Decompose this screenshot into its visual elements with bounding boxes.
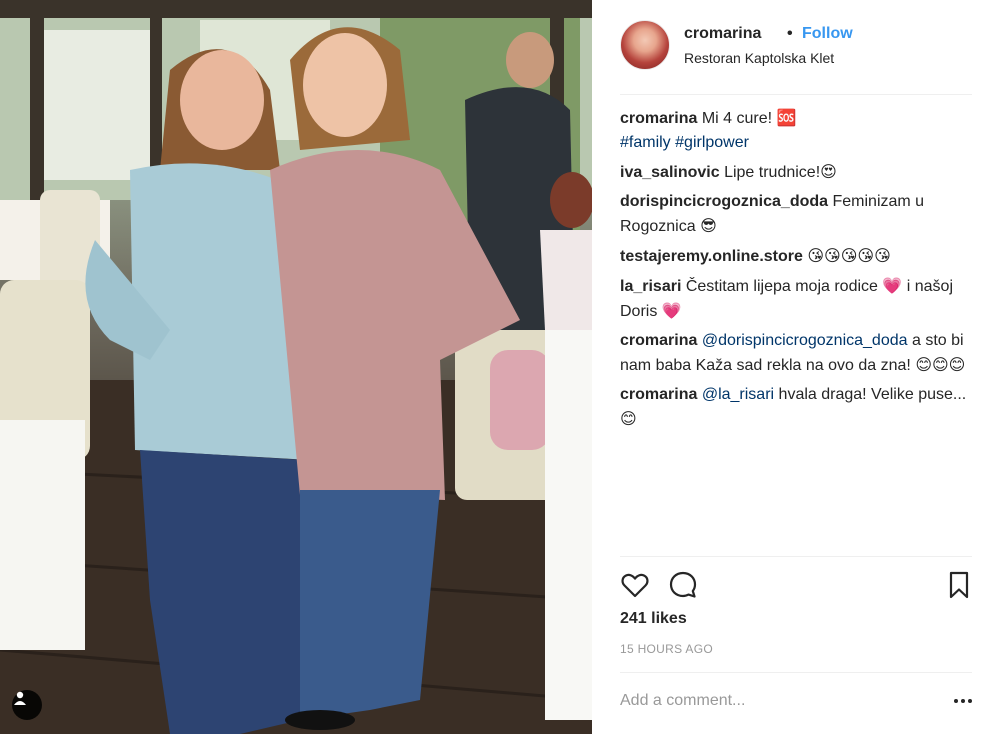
actions-divider <box>620 556 972 557</box>
comment-username[interactable]: cromarina <box>620 332 697 349</box>
comments-list: cromarina Mi 4 cure! 🆘 #family #girlpowe… <box>620 106 975 437</box>
header-separator: • <box>787 25 793 42</box>
comment-mention[interactable]: @dorispincicrogoznica_doda <box>702 332 908 349</box>
comment-item: cromarina @la_risari hvala draga! Velike… <box>620 383 975 432</box>
location-link[interactable]: Restoran Kaptolska Klet <box>684 50 834 66</box>
comment-item: cromarina @dorispincicrogoznica_doda a s… <box>620 329 975 378</box>
comment-username[interactable]: testajeremy.online.store <box>620 248 803 265</box>
comment-mention[interactable]: @la_risari <box>702 386 774 403</box>
comment-bubble-icon <box>669 571 697 598</box>
comment-emoji: 😎 <box>700 216 717 235</box>
post-photo[interactable] <box>0 0 592 734</box>
caption: cromarina Mi 4 cure! 🆘 #family #girlpowe… <box>620 106 975 155</box>
hashtag-girlpower[interactable]: #girlpower <box>675 134 749 151</box>
more-options-icon <box>954 699 972 703</box>
header-username[interactable]: cromarina <box>684 25 761 43</box>
person-icon <box>14 691 26 705</box>
save-button[interactable] <box>944 570 974 600</box>
comment-item: dorispincicrogoznica_doda Feminizam u Ro… <box>620 190 975 239</box>
caption-username[interactable]: cromarina <box>620 110 697 127</box>
comment-text: Čestitam lijepa moja rodice <box>685 278 878 295</box>
hashtag-family[interactable]: #family <box>620 134 671 151</box>
comment-item: la_risari Čestitam lijepa moja rodice 💗 … <box>620 274 975 324</box>
tagged-users-button[interactable] <box>12 690 42 720</box>
comment-emoji: 😊 <box>620 409 637 428</box>
comment-emoji: 😍 <box>820 162 837 181</box>
comment-text: hvala draga! Velike puse... <box>774 386 967 403</box>
comment-username[interactable]: dorispincicrogoznica_doda <box>620 193 828 210</box>
avatar[interactable] <box>620 20 670 70</box>
like-button[interactable] <box>620 570 650 600</box>
heart-icon <box>621 573 649 598</box>
follow-button[interactable]: Follow <box>802 25 853 43</box>
add-comment-input[interactable] <box>620 684 930 718</box>
comment-button[interactable] <box>668 570 698 600</box>
header-divider <box>620 94 972 95</box>
comment-divider <box>620 672 972 673</box>
post-details-panel: cromarina • Follow Restoran Kaptolska Kl… <box>592 0 1000 734</box>
post-header: cromarina • Follow Restoran Kaptolska Kl… <box>592 0 1000 94</box>
more-options-button[interactable] <box>950 688 976 714</box>
comment-username[interactable]: cromarina <box>620 386 697 403</box>
likes-count[interactable]: 241 likes <box>620 610 687 628</box>
comment-emoji: 😘😘😘😘😘 <box>807 246 891 265</box>
photo-illustration <box>0 0 592 734</box>
comment-username[interactable]: la_risari <box>620 278 681 295</box>
comment-username[interactable]: iva_salinovic <box>620 164 720 181</box>
caption-text: Mi 4 cure! <box>701 110 777 127</box>
caption-emoji: 🆘 <box>776 108 797 127</box>
post-timestamp: 15 HOURS AGO <box>620 642 713 656</box>
bookmark-icon <box>949 571 969 599</box>
comment-emoji: 💗 <box>882 276 903 295</box>
comment-item: testajeremy.online.store 😘😘😘😘😘 <box>620 244 975 269</box>
comment-text: Lipe trudnice! <box>724 164 821 181</box>
comment-item: iva_salinovic Lipe trudnice!😍 <box>620 160 975 185</box>
comment-emoji: 😊😊😊 <box>915 355 966 374</box>
comment-emoji-2: 💗 <box>661 301 682 320</box>
